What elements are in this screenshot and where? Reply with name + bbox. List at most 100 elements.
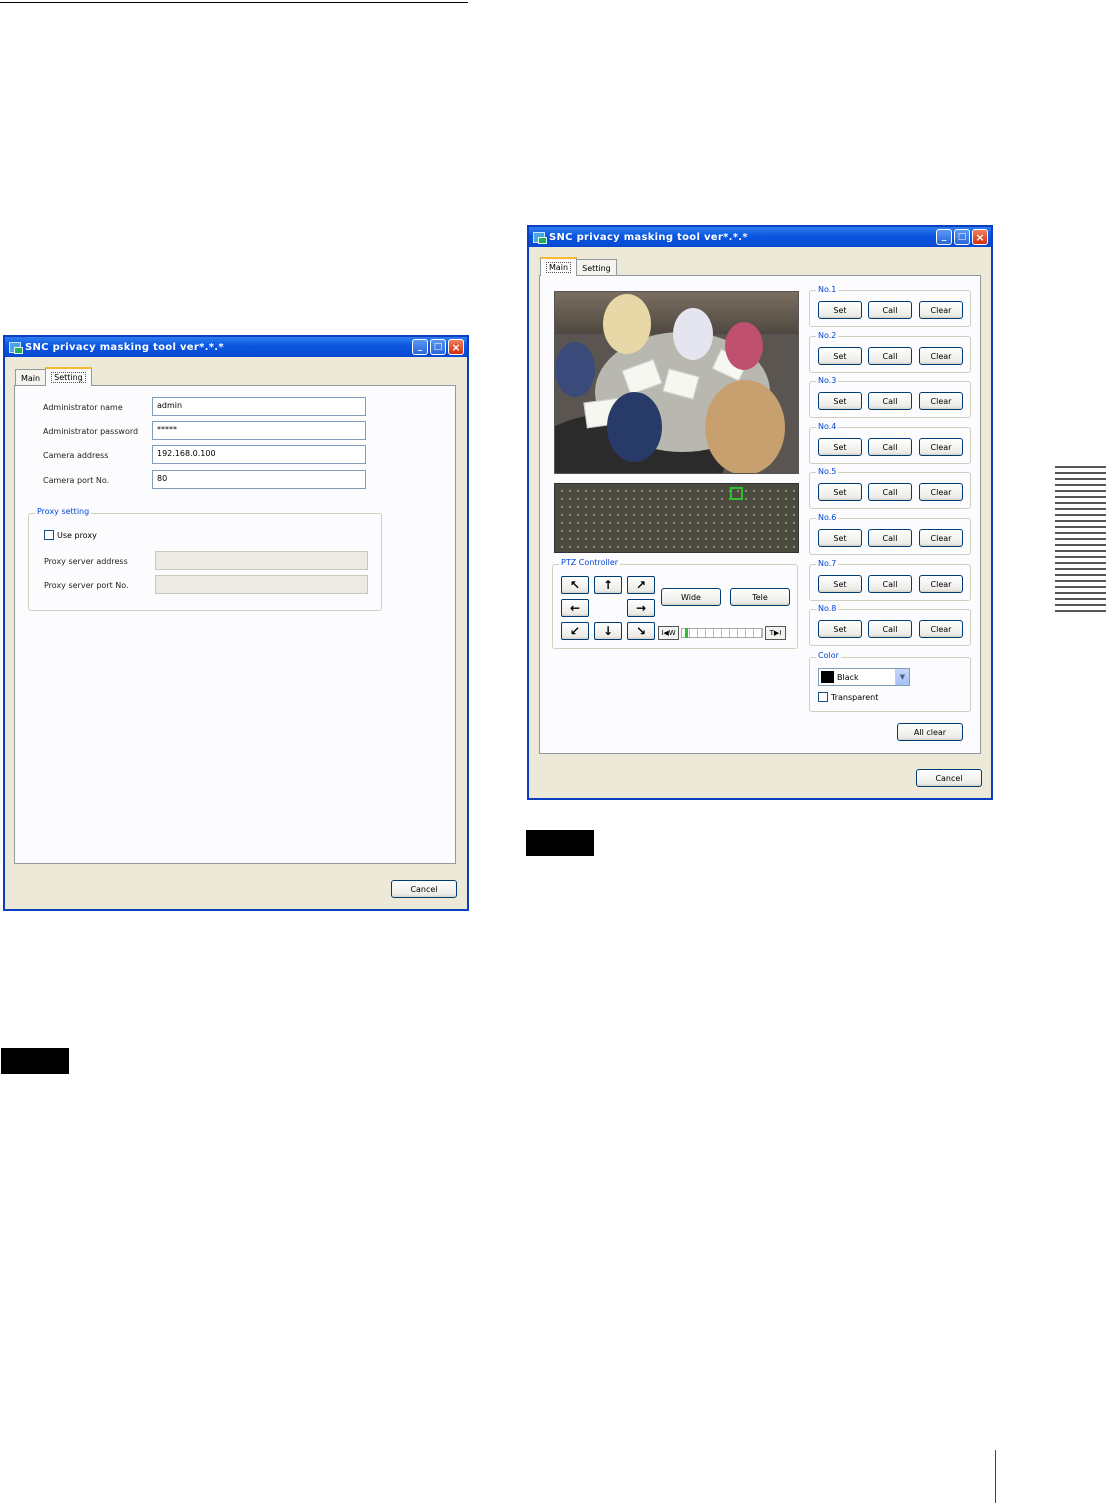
video-person (603, 294, 651, 354)
preset-clear-button[interactable]: Clear (919, 483, 963, 501)
zoom-slider-thumb[interactable] (684, 628, 688, 638)
transparent-checkbox[interactable]: Transparent (818, 692, 878, 702)
preset-call-button[interactable]: Call (868, 529, 912, 547)
minimize-icon[interactable]: _ (936, 229, 952, 245)
arrow-up-left-icon: ↖ (569, 578, 581, 592)
preset-call-button[interactable]: Call (868, 483, 912, 501)
skip-forward-icon: ▶I (773, 629, 782, 637)
minimize-icon[interactable]: _ (412, 339, 428, 355)
video-person (725, 322, 763, 370)
proxy-server-address-input[interactable] (155, 551, 368, 570)
color-swatch (821, 671, 834, 683)
main-window-titlebar[interactable]: SNC privacy masking tool ver*.*.* _ □ × (529, 227, 991, 247)
proxy-setting-group: Proxy setting Use proxy Proxy server add… (28, 507, 382, 611)
field-label: Administrator password (43, 427, 139, 436)
preset-clear-button[interactable]: Clear (919, 575, 963, 593)
skip-back-icon: I◀ (661, 629, 669, 637)
close-icon[interactable]: × (972, 229, 988, 245)
note-badge (1, 1048, 69, 1074)
preset-clear-button[interactable]: Clear (919, 347, 963, 365)
chevron-down-icon[interactable]: ▼ (895, 669, 909, 685)
preset-set-button[interactable]: Set (818, 347, 862, 365)
all-clear-button[interactable]: All clear (897, 723, 963, 741)
cancel-button[interactable]: Cancel (391, 880, 457, 898)
preset-group-2: No.2 Set Call Clear (809, 331, 971, 373)
zoom-wide-end-button[interactable]: I◀W (658, 626, 679, 640)
pan-down-right-button[interactable]: ↘ (627, 622, 655, 640)
preset-set-button[interactable]: Set (818, 620, 862, 638)
preset-call-button[interactable]: Call (868, 438, 912, 456)
field-label: Administrator name (43, 403, 123, 412)
checkbox-box[interactable] (818, 692, 828, 702)
preset-call-button[interactable]: Call (868, 392, 912, 410)
preset-set-button[interactable]: Set (818, 438, 862, 456)
preset-set-button[interactable]: Set (818, 483, 862, 501)
camera-port-input[interactable]: 80 (152, 470, 366, 489)
pan-up-right-button[interactable]: ↗ (627, 576, 655, 594)
group-title: Proxy setting (35, 507, 92, 516)
app-icon (533, 231, 547, 244)
maximize-icon[interactable]: □ (954, 229, 970, 245)
field-label: Proxy server address (44, 557, 128, 566)
cancel-button[interactable]: Cancel (916, 769, 982, 787)
preset-label: No.3 (816, 376, 839, 385)
tab-main[interactable]: Main (15, 369, 47, 386)
arrow-down-right-icon: ↘ (635, 624, 647, 638)
camera-video-preview[interactable] (554, 291, 799, 474)
field-label: Proxy server port No. (44, 581, 129, 590)
video-person (705, 380, 785, 473)
pan-up-left-button[interactable]: ↖ (561, 576, 589, 594)
preset-call-button[interactable]: Call (868, 347, 912, 365)
pan-down-button[interactable]: ↓ (594, 622, 622, 640)
note-badge (526, 830, 594, 856)
preset-set-button[interactable]: Set (818, 529, 862, 547)
arrow-up-right-icon: ↗ (635, 578, 647, 592)
preset-label: No.4 (816, 422, 839, 431)
administrator-name-input[interactable]: admin (152, 397, 366, 416)
main-window: SNC privacy masking tool ver*.*.* _ □ × … (527, 225, 993, 800)
group-title: Color (816, 651, 841, 660)
preset-set-button[interactable]: Set (818, 392, 862, 410)
tab-setting[interactable]: Setting (45, 367, 92, 386)
zoom-tele-end-button[interactable]: T▶I (765, 626, 786, 640)
preset-clear-button[interactable]: Clear (919, 620, 963, 638)
tab-setting[interactable]: Setting (576, 259, 617, 276)
pan-up-button[interactable]: ↑ (594, 576, 622, 594)
proxy-server-port-input[interactable] (155, 575, 368, 594)
zoom-slider-track[interactable] (681, 628, 763, 638)
preset-set-button[interactable]: Set (818, 301, 862, 319)
zoom-slider[interactable]: I◀W T▶I (658, 626, 786, 640)
preset-call-button[interactable]: Call (868, 301, 912, 319)
field-label: Camera port No. (43, 476, 110, 485)
pan-down-left-button[interactable]: ↙ (561, 622, 589, 640)
preset-call-button[interactable]: Call (868, 620, 912, 638)
mask-color-select[interactable]: Black ▼ (818, 668, 910, 686)
preset-set-button[interactable]: Set (818, 575, 862, 593)
checkbox-label: Use proxy (57, 530, 97, 540)
preset-clear-button[interactable]: Clear (919, 301, 963, 319)
pan-left-button[interactable]: ← (561, 599, 589, 617)
map-position-marker[interactable] (730, 487, 743, 500)
maximize-icon[interactable]: □ (430, 339, 446, 355)
camera-address-input[interactable]: 192.168.0.100 (152, 445, 366, 464)
camera-area-map[interactable] (554, 483, 799, 553)
zoom-wide-button[interactable]: Wide (661, 588, 721, 606)
pan-right-button[interactable]: → (627, 599, 655, 617)
zoom-tele-button[interactable]: Tele (730, 588, 790, 606)
main-panel: PTZ Controller ↖ ↑ ↗ ← → ↙ ↓ ↘ Wide Tele… (539, 275, 981, 754)
close-icon[interactable]: × (448, 339, 464, 355)
preset-label: No.1 (816, 285, 839, 294)
setting-window-titlebar[interactable]: SNC privacy masking tool ver*.*.* _ □ × (5, 337, 467, 357)
preset-label: No.6 (816, 513, 839, 522)
preset-clear-button[interactable]: Clear (919, 438, 963, 456)
window-title: SNC privacy masking tool ver*.*.* (25, 341, 224, 353)
use-proxy-checkbox[interactable]: Use proxy (44, 530, 97, 540)
administrator-password-input[interactable]: ***** (152, 421, 366, 440)
preset-clear-button[interactable]: Clear (919, 392, 963, 410)
preset-group-7: No.7 Set Call Clear (809, 559, 971, 601)
checkbox-box[interactable] (44, 530, 54, 540)
preset-group-4: No.4 Set Call Clear (809, 422, 971, 464)
preset-call-button[interactable]: Call (868, 575, 912, 593)
tab-main[interactable]: Main (540, 257, 578, 276)
preset-clear-button[interactable]: Clear (919, 529, 963, 547)
